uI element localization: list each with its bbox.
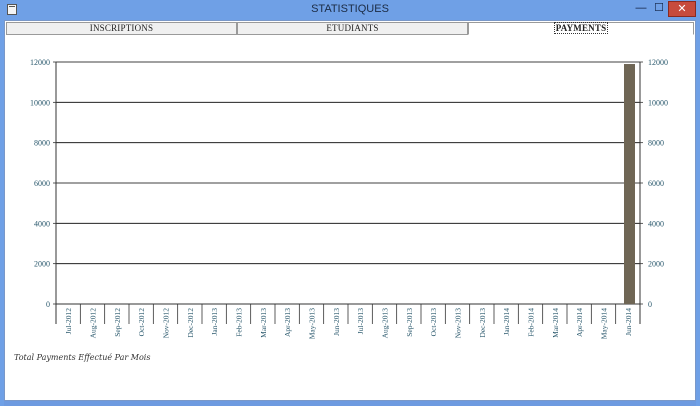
x-tick-label: May-2014 (600, 308, 609, 339)
x-tick-label: Nov-2012 (162, 308, 171, 339)
y-tick-label-right: 0 (648, 300, 652, 309)
x-tick-label: Jan-2013 (210, 308, 219, 336)
statistics-window: STATISTIQUES — ☐ ✕ INSCRIPTIONS ETUDIANT… (0, 0, 700, 406)
x-tick-label: Apr-2014 (575, 308, 584, 337)
y-tick-label-left: 0 (46, 300, 50, 309)
window-bottom-border (4, 401, 696, 406)
x-tick-label: Oct-2012 (137, 308, 146, 337)
x-tick-label: May-2013 (308, 308, 317, 339)
x-tick-label: Aug-2013 (381, 308, 390, 339)
bar-Jun-2014 (624, 64, 635, 305)
y-tick-label-right: 8000 (648, 139, 664, 148)
y-tick-label-left: 2000 (34, 260, 50, 269)
y-tick-label-right: 2000 (648, 260, 664, 269)
y-tick-label-right: 10000 (648, 98, 668, 107)
y-tick-label-right: 4000 (648, 219, 664, 228)
x-tick-label: Sep-2013 (405, 308, 414, 337)
x-tick-label: Apr-2013 (283, 308, 292, 337)
x-tick-label: Nov-2013 (454, 308, 463, 339)
x-tick-label: Dec-2013 (478, 308, 487, 338)
y-tick-label-left: 8000 (34, 139, 50, 148)
y-tick-label-left: 10000 (30, 98, 50, 107)
x-tick-label: Jul-2012 (64, 308, 73, 335)
x-tick-label: Feb-2014 (527, 308, 536, 337)
x-tick-label: Jan-2014 (502, 308, 511, 336)
x-tick-label: Mar-2014 (551, 308, 560, 338)
payments-bar-chart: 0 0 2000 2000 4000 4000 6000 6000 8000 8000 10000 1… (30, 58, 668, 339)
chart-caption: Total Payments Effectué Par Mois (14, 353, 151, 362)
x-tick-label: Jun-2013 (332, 308, 341, 336)
y-tick-label-left: 12000 (30, 58, 50, 67)
x-tick-label: Jul-2013 (356, 308, 365, 335)
x-tick-label: Jun-2014 (624, 308, 633, 336)
y-tick-label-right: 6000 (648, 179, 664, 188)
y-tick-label-left: 6000 (34, 179, 50, 188)
x-tick-label: Aug-2012 (89, 308, 98, 339)
x-tick-label: Sep-2012 (113, 308, 122, 337)
x-tick-label: Mar-2013 (259, 308, 268, 338)
y-tick-label-right: 12000 (648, 58, 668, 67)
x-tick-label: Feb-2013 (235, 308, 244, 337)
x-tick-label: Dec-2012 (186, 308, 195, 338)
y-tick-label-left: 4000 (34, 219, 50, 228)
x-tick-label: Oct-2013 (429, 308, 438, 337)
